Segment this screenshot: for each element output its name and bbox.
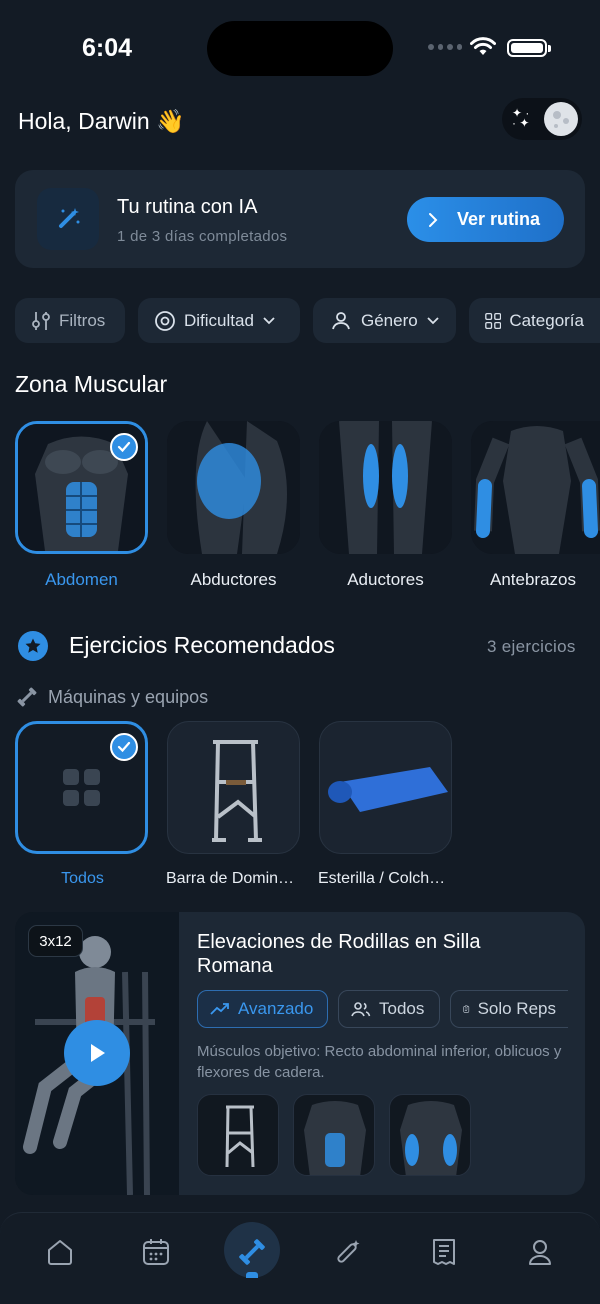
users-icon — [351, 1002, 371, 1017]
exercise-muscle-thumb-obliques — [389, 1094, 471, 1176]
clipboard-icon — [463, 1005, 470, 1013]
muscle-label-abdomen: Abdomen — [45, 570, 118, 589]
bottom-nav — [0, 1212, 600, 1304]
muscle-label-antebrazos: Antebrazos — [490, 570, 576, 589]
equipment-label-mat: Esterilla / Colchoneta — [318, 870, 453, 887]
play-icon — [91, 1044, 105, 1062]
user-icon — [529, 1240, 551, 1265]
difficulty-tag[interactable]: Avanzado — [197, 990, 328, 1028]
dumbbell-icon — [17, 687, 37, 707]
dynamic-island — [207, 21, 393, 76]
selected-check-icon — [110, 433, 138, 461]
abdomen-image — [304, 1101, 366, 1175]
exercise-description: Músculos objetivo: Recto abdominal infer… — [197, 1043, 562, 1081]
routine-title: Tu rutina con IA — [117, 196, 258, 218]
wifi-icon — [470, 37, 496, 55]
exercise-muscle-thumb-abs — [293, 1094, 375, 1176]
gender-tag-label: Todos — [379, 999, 425, 1018]
nav-exercises[interactable] — [232, 1232, 272, 1272]
recommended-count: 3 ejercicios — [487, 637, 576, 656]
nav-calendar[interactable] — [136, 1232, 176, 1272]
nav-home[interactable] — [40, 1232, 80, 1272]
home-icon — [48, 1240, 72, 1265]
equipment-card-pullup-bar[interactable] — [167, 721, 300, 854]
sliders-icon — [32, 311, 50, 330]
battery-tip — [548, 45, 551, 52]
stars-icon: ✦ · · ✦ — [512, 106, 530, 130]
nav-active-dot — [246, 1272, 258, 1278]
filter-chip-filters[interactable]: Filtros — [15, 298, 125, 343]
pullup-bar-image — [225, 1105, 255, 1168]
exercise-title: Elevaciones de Rodillas en Silla Romana — [197, 931, 481, 977]
filter-chip-label: Categoría — [509, 310, 584, 330]
view-routine-button[interactable]: Ver rutina — [407, 197, 564, 242]
equipment-title: Máquinas y equipos — [48, 687, 209, 707]
equipment-label-all: Todos — [61, 870, 104, 887]
battery-icon — [507, 39, 547, 57]
filter-chip-gender[interactable]: Género — [313, 298, 456, 343]
filter-chip-difficulty[interactable]: Dificultad — [138, 298, 300, 343]
moon-icon — [544, 102, 578, 136]
status-time: 6:04 — [82, 34, 133, 62]
magic-wand-icon — [337, 1240, 360, 1263]
equipment-card-mat[interactable] — [319, 721, 452, 854]
grid-icon — [63, 769, 100, 806]
selected-check-icon — [110, 733, 138, 761]
chevron-down-icon — [263, 316, 275, 324]
chevron-right-icon — [429, 212, 438, 227]
star-icon — [18, 631, 48, 661]
type-tag-label: Solo Reps — [477, 999, 556, 1018]
muscle-card-abductores[interactable] — [167, 421, 300, 554]
equipment-label-pullup-bar: Barra de Dominadas — [166, 870, 301, 887]
muscle-card-aductores[interactable] — [319, 421, 452, 554]
calendar-icon — [143, 1239, 169, 1265]
nav-history[interactable] — [424, 1232, 464, 1272]
nav-profile[interactable] — [520, 1232, 560, 1272]
theme-toggle[interactable]: ✦ · · ✦ — [502, 98, 582, 140]
greeting-text: Hola, Darwin 👋 — [18, 108, 185, 134]
aductores-image — [319, 421, 452, 554]
view-routine-label: Ver rutina — [457, 209, 541, 229]
filter-chip-label: Género — [361, 310, 418, 330]
routine-progress: 1 de 3 días completados — [117, 228, 288, 245]
signal-icon — [428, 44, 462, 50]
users-icon — [332, 311, 350, 329]
gender-tag[interactable]: Todos — [338, 990, 440, 1028]
receipt-icon — [433, 1239, 455, 1265]
nav-ai-routine[interactable] — [328, 1232, 368, 1272]
muscle-label-abductores: Abductores — [190, 570, 277, 589]
pullup-bar-image — [212, 740, 262, 842]
trending-up-icon — [210, 1003, 229, 1015]
antebrazos-image — [471, 421, 600, 554]
gauge-icon — [155, 310, 175, 331]
dumbbell-icon — [239, 1239, 265, 1265]
sets-badge: 3x12 — [28, 925, 83, 957]
abductores-image — [167, 421, 300, 554]
difficulty-tag-label: Avanzado — [238, 999, 314, 1018]
play-button[interactable] — [64, 1020, 130, 1086]
recommended-title: Ejercicios Recomendados — [69, 632, 335, 658]
mat-image — [328, 767, 448, 812]
filter-chip-label: Dificultad — [184, 310, 254, 330]
muscle-label-aductores: Aductores — [347, 570, 424, 589]
muscle-zone-title: Zona Muscular — [15, 371, 168, 397]
chevron-down-icon — [427, 316, 439, 324]
type-tag[interactable]: Solo Reps — [450, 990, 568, 1028]
grid-icon — [485, 312, 502, 329]
exercise-equipment-thumb — [197, 1094, 279, 1176]
obliques-image — [400, 1101, 462, 1175]
filter-chip-label: Filtros — [59, 310, 106, 330]
muscle-card-antebrazos[interactable] — [471, 421, 600, 554]
magic-wand-icon — [37, 188, 99, 250]
filter-chip-category[interactable]: Categoría — [469, 298, 600, 343]
